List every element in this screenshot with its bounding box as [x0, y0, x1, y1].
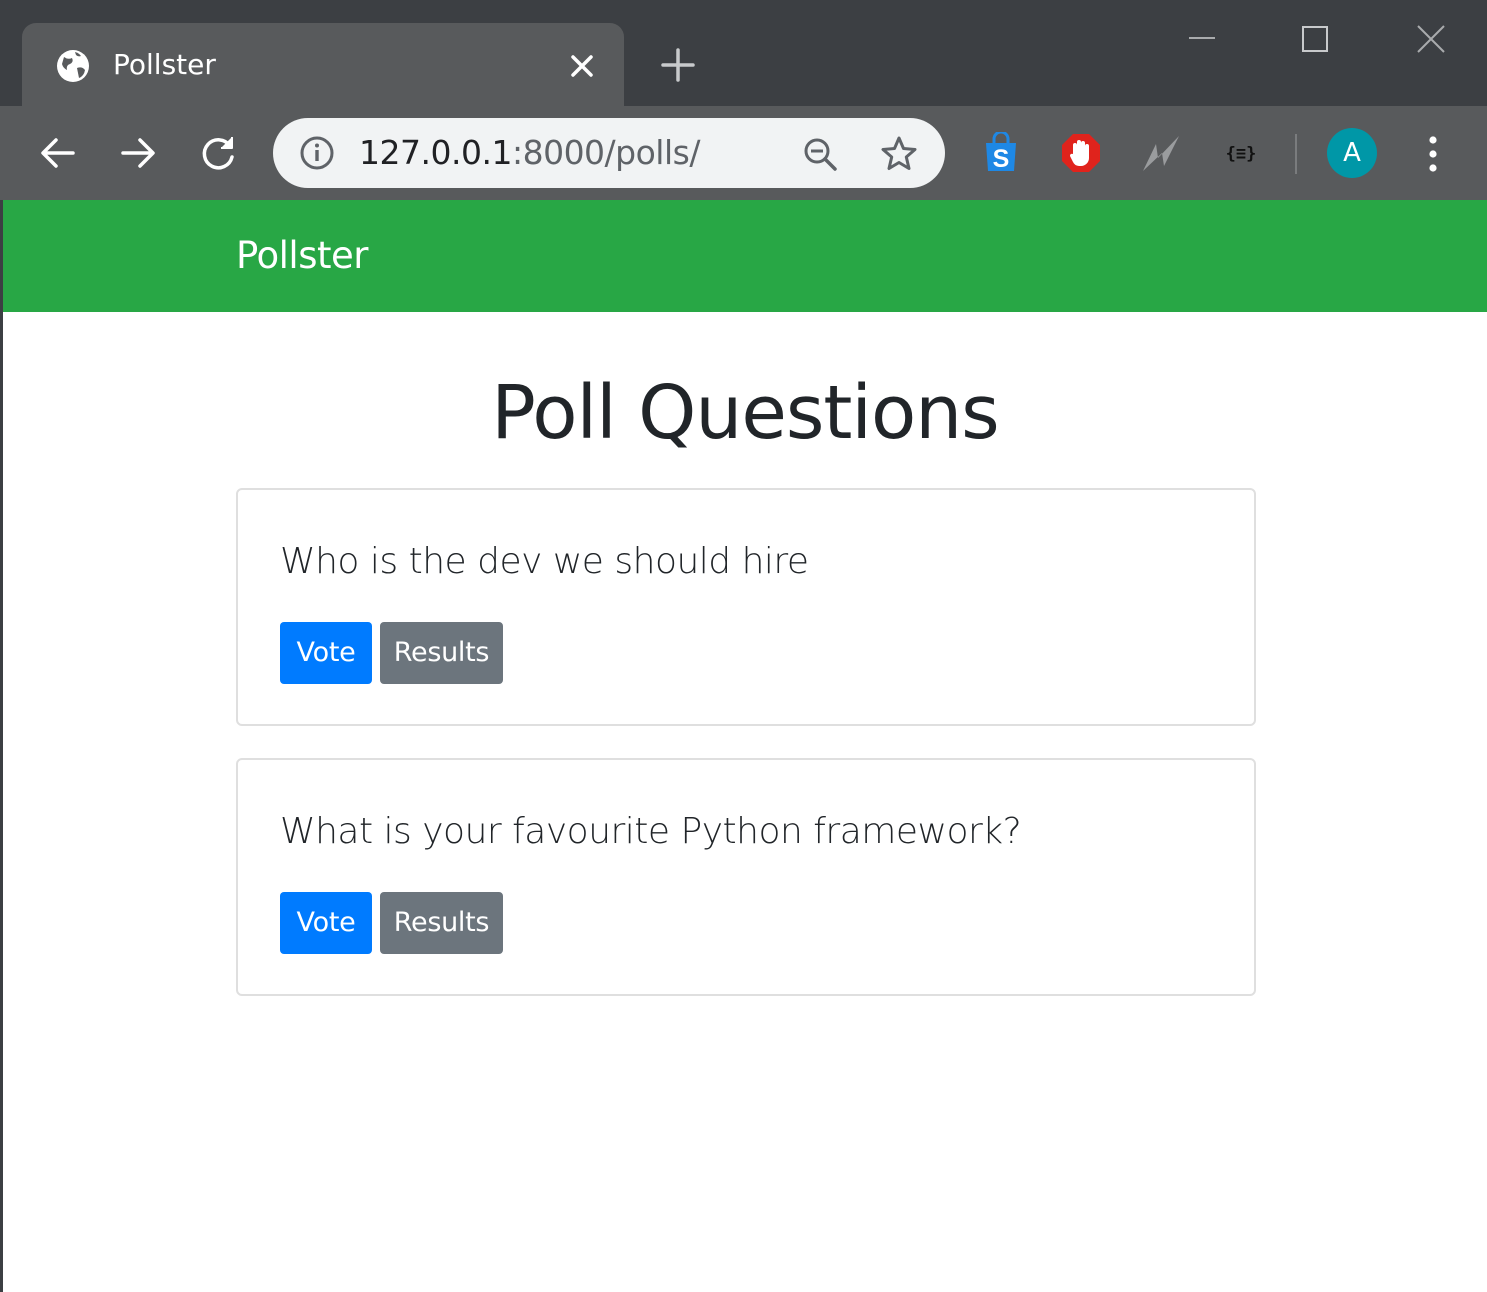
- tab-strip: Pollster: [0, 0, 1487, 107]
- results-button[interactable]: Results: [380, 892, 503, 954]
- navbar-brand[interactable]: Pollster: [236, 234, 368, 278]
- tab-close-icon[interactable]: [567, 51, 597, 81]
- site-navbar: Pollster: [3, 200, 1487, 312]
- browser-tab[interactable]: Pollster: [22, 23, 624, 107]
- browser-toolbar: 127.0.0.1:8000/polls/ S {≡} A: [0, 106, 1487, 200]
- new-tab-icon[interactable]: [660, 47, 696, 83]
- poll-card: Who is the dev we should hire Vote Resul…: [236, 488, 1256, 726]
- globe-icon: [55, 48, 91, 84]
- menu-dots-icon[interactable]: [1418, 134, 1448, 174]
- results-button[interactable]: Results: [380, 622, 503, 684]
- vote-button[interactable]: Vote: [280, 622, 372, 684]
- svg-text:{≡}: {≡}: [1226, 144, 1257, 164]
- bookmark-star-icon[interactable]: [880, 135, 918, 173]
- json-formatter-icon[interactable]: {≡}: [1220, 132, 1262, 174]
- page-title: Poll Questions: [491, 370, 999, 456]
- minimize-icon[interactable]: [1187, 22, 1217, 52]
- lightning-icon[interactable]: [1140, 132, 1182, 174]
- page-viewport: Pollster Poll Questions Who is the dev w…: [3, 200, 1487, 1292]
- reload-icon[interactable]: [195, 130, 241, 176]
- tab-title: Pollster: [113, 48, 216, 81]
- profile-avatar[interactable]: A: [1327, 128, 1377, 178]
- address-bar[interactable]: 127.0.0.1:8000/polls/: [273, 118, 945, 188]
- poll-question: Who is the dev we should hire: [280, 541, 809, 582]
- url-host: 127.0.0.1: [359, 133, 512, 172]
- poll-question: What is your favourite Python framework?: [280, 811, 1022, 852]
- window-close-icon[interactable]: [1415, 23, 1447, 55]
- svg-text:S: S: [993, 145, 1010, 173]
- zoom-icon[interactable]: [801, 135, 839, 173]
- back-arrow-icon[interactable]: [35, 130, 81, 176]
- url-path: :8000/polls/: [511, 133, 701, 172]
- shopping-s-icon[interactable]: S: [980, 132, 1022, 174]
- vote-button[interactable]: Vote: [280, 892, 372, 954]
- site-info-icon[interactable]: [299, 135, 335, 171]
- url-text[interactable]: 127.0.0.1:8000/polls/: [359, 132, 700, 174]
- adblock-hand-icon[interactable]: [1060, 132, 1102, 174]
- poll-card: What is your favourite Python framework?…: [236, 758, 1256, 996]
- maximize-icon[interactable]: [1301, 25, 1329, 53]
- toolbar-separator: [1295, 134, 1297, 174]
- forward-arrow-icon[interactable]: [115, 130, 161, 176]
